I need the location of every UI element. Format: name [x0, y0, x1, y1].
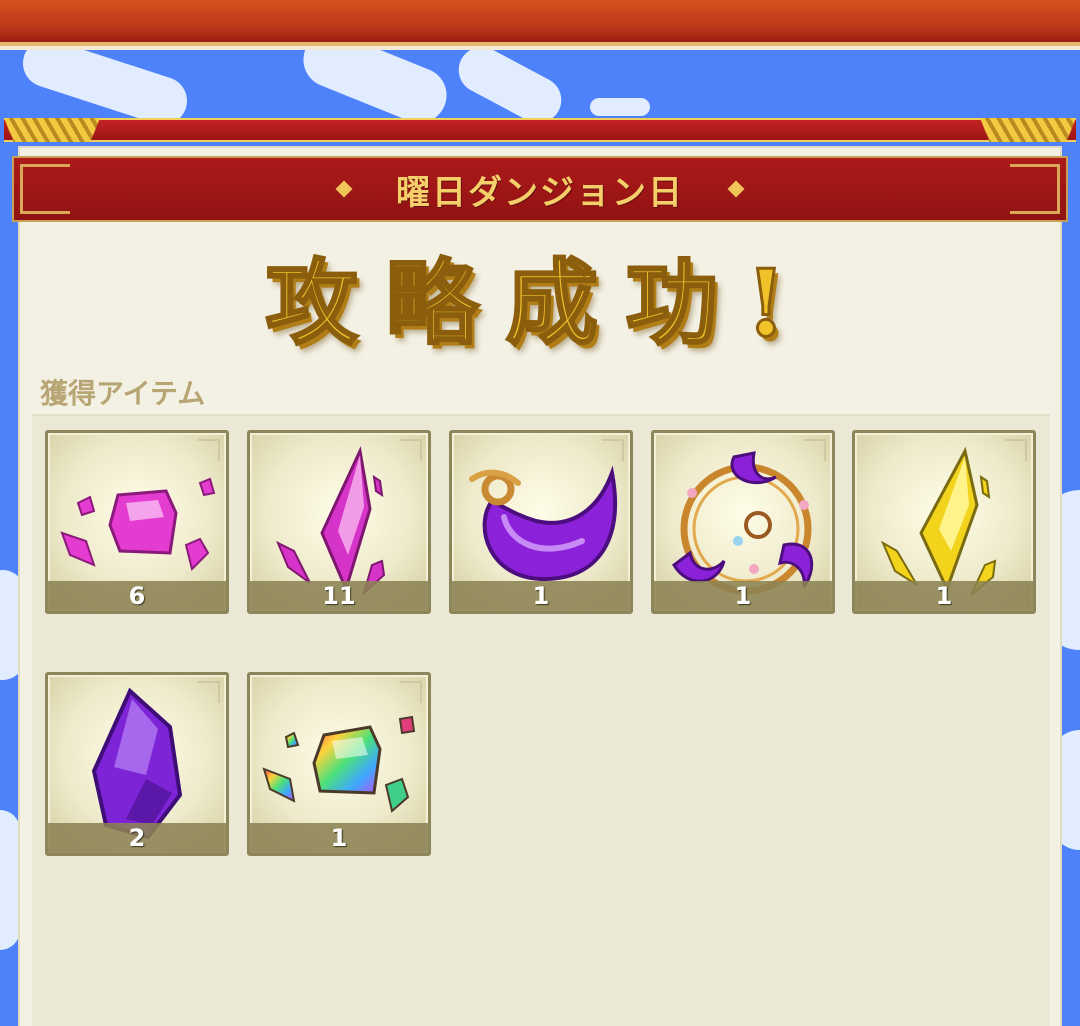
reward-item[interactable]: 11: [247, 430, 431, 614]
item-count: 1: [250, 823, 428, 853]
rail-ornament-right: [980, 118, 1076, 142]
cloud: [0, 810, 20, 950]
item-count: 6: [48, 581, 226, 611]
reward-item[interactable]: 1: [247, 672, 431, 856]
panel-top-rail: [4, 118, 1076, 142]
reward-item[interactable]: 1: [449, 430, 633, 614]
diamond-icon: [727, 180, 745, 198]
item-count: 2: [48, 823, 226, 853]
reward-item[interactable]: 2: [45, 672, 229, 856]
item-count: 1: [452, 581, 630, 611]
rail-ornament-left: [4, 118, 100, 142]
item-count: 1: [654, 581, 832, 611]
corner-ornament-icon: [1010, 164, 1060, 214]
reward-item[interactable]: 1: [651, 430, 835, 614]
page-title: 曜日ダンジョン日: [396, 172, 684, 213]
cloud: [590, 98, 650, 116]
reward-item[interactable]: 6: [45, 430, 229, 614]
rewards-section-label: 獲得アイテム: [40, 377, 206, 410]
corner-ornament-icon: [20, 164, 70, 214]
title-banner: 曜日ダンジョン日: [12, 156, 1068, 222]
top-banner: [0, 0, 1080, 50]
result-heading: 攻略成功!: [264, 248, 815, 359]
reward-item[interactable]: 1: [852, 430, 1036, 614]
item-count: 1: [855, 581, 1033, 611]
diamond-icon: [335, 180, 353, 198]
item-count: 11: [250, 581, 428, 611]
